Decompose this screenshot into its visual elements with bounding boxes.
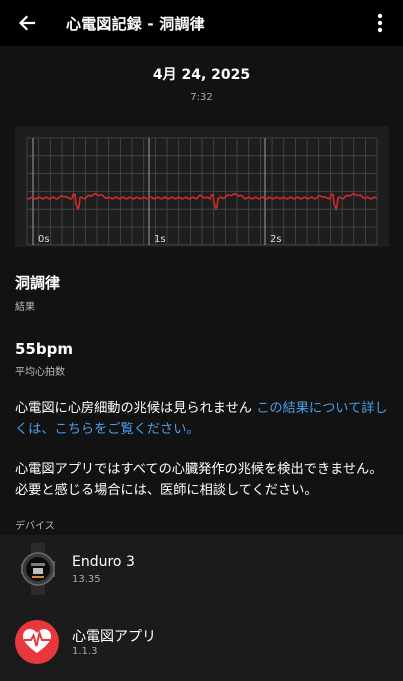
result-block: 洞調律 結果 [15,272,60,313]
message-text: 心電図に心房細動の兆候は見られません [15,401,252,416]
ecg-app-icon [15,620,59,664]
ecg-time-label: 2s [270,234,282,245]
app-version: 1.1.3 [72,646,98,657]
app-bar: 心電図記録 - 洞調律 [0,0,403,46]
device-version: 13.35 [72,574,101,585]
result-value: 洞調律 [15,274,61,292]
result-label: 結果 [15,302,35,313]
result-message: 心電図に心房細動の兆候は見られません この結果について詳しくは、こちらをご覧くだ… [15,398,393,440]
back-button[interactable] [8,4,46,42]
more-vertical-icon [377,13,383,33]
ecg-time-label: 0s [38,234,50,245]
device-row-watch[interactable]: Enduro 3 13.35 [0,535,403,603]
heart-rate-value: 55bpm [15,340,73,358]
heart-rate-block: 55bpm 平均心拍数 [15,340,73,378]
heart-rate-label: 平均心拍数 [15,367,65,378]
record-time: 7:32 [190,92,213,103]
ecg-time-label: 1s [154,234,166,245]
more-options-button[interactable] [365,4,395,42]
watch-icon [21,543,55,595]
app-name: 心電図アプリ [72,629,156,645]
record-date: 4月 24, 2025 [152,67,251,83]
page-title: 心電図記録 - 洞調律 [66,15,205,33]
disclaimer-text: 心電図アプリではすべての心臓発作の兆候を検出できません。必要と感じる場合には、医… [15,462,383,498]
devices-section-label: デバイス [15,521,55,532]
device-name: Enduro 3 [72,554,135,570]
device-row-ecg-app[interactable]: 心電図アプリ 1.1.3 [0,603,403,681]
ecg-strip: 0s 1s 2s [15,126,389,247]
arrow-left-icon [18,15,36,31]
